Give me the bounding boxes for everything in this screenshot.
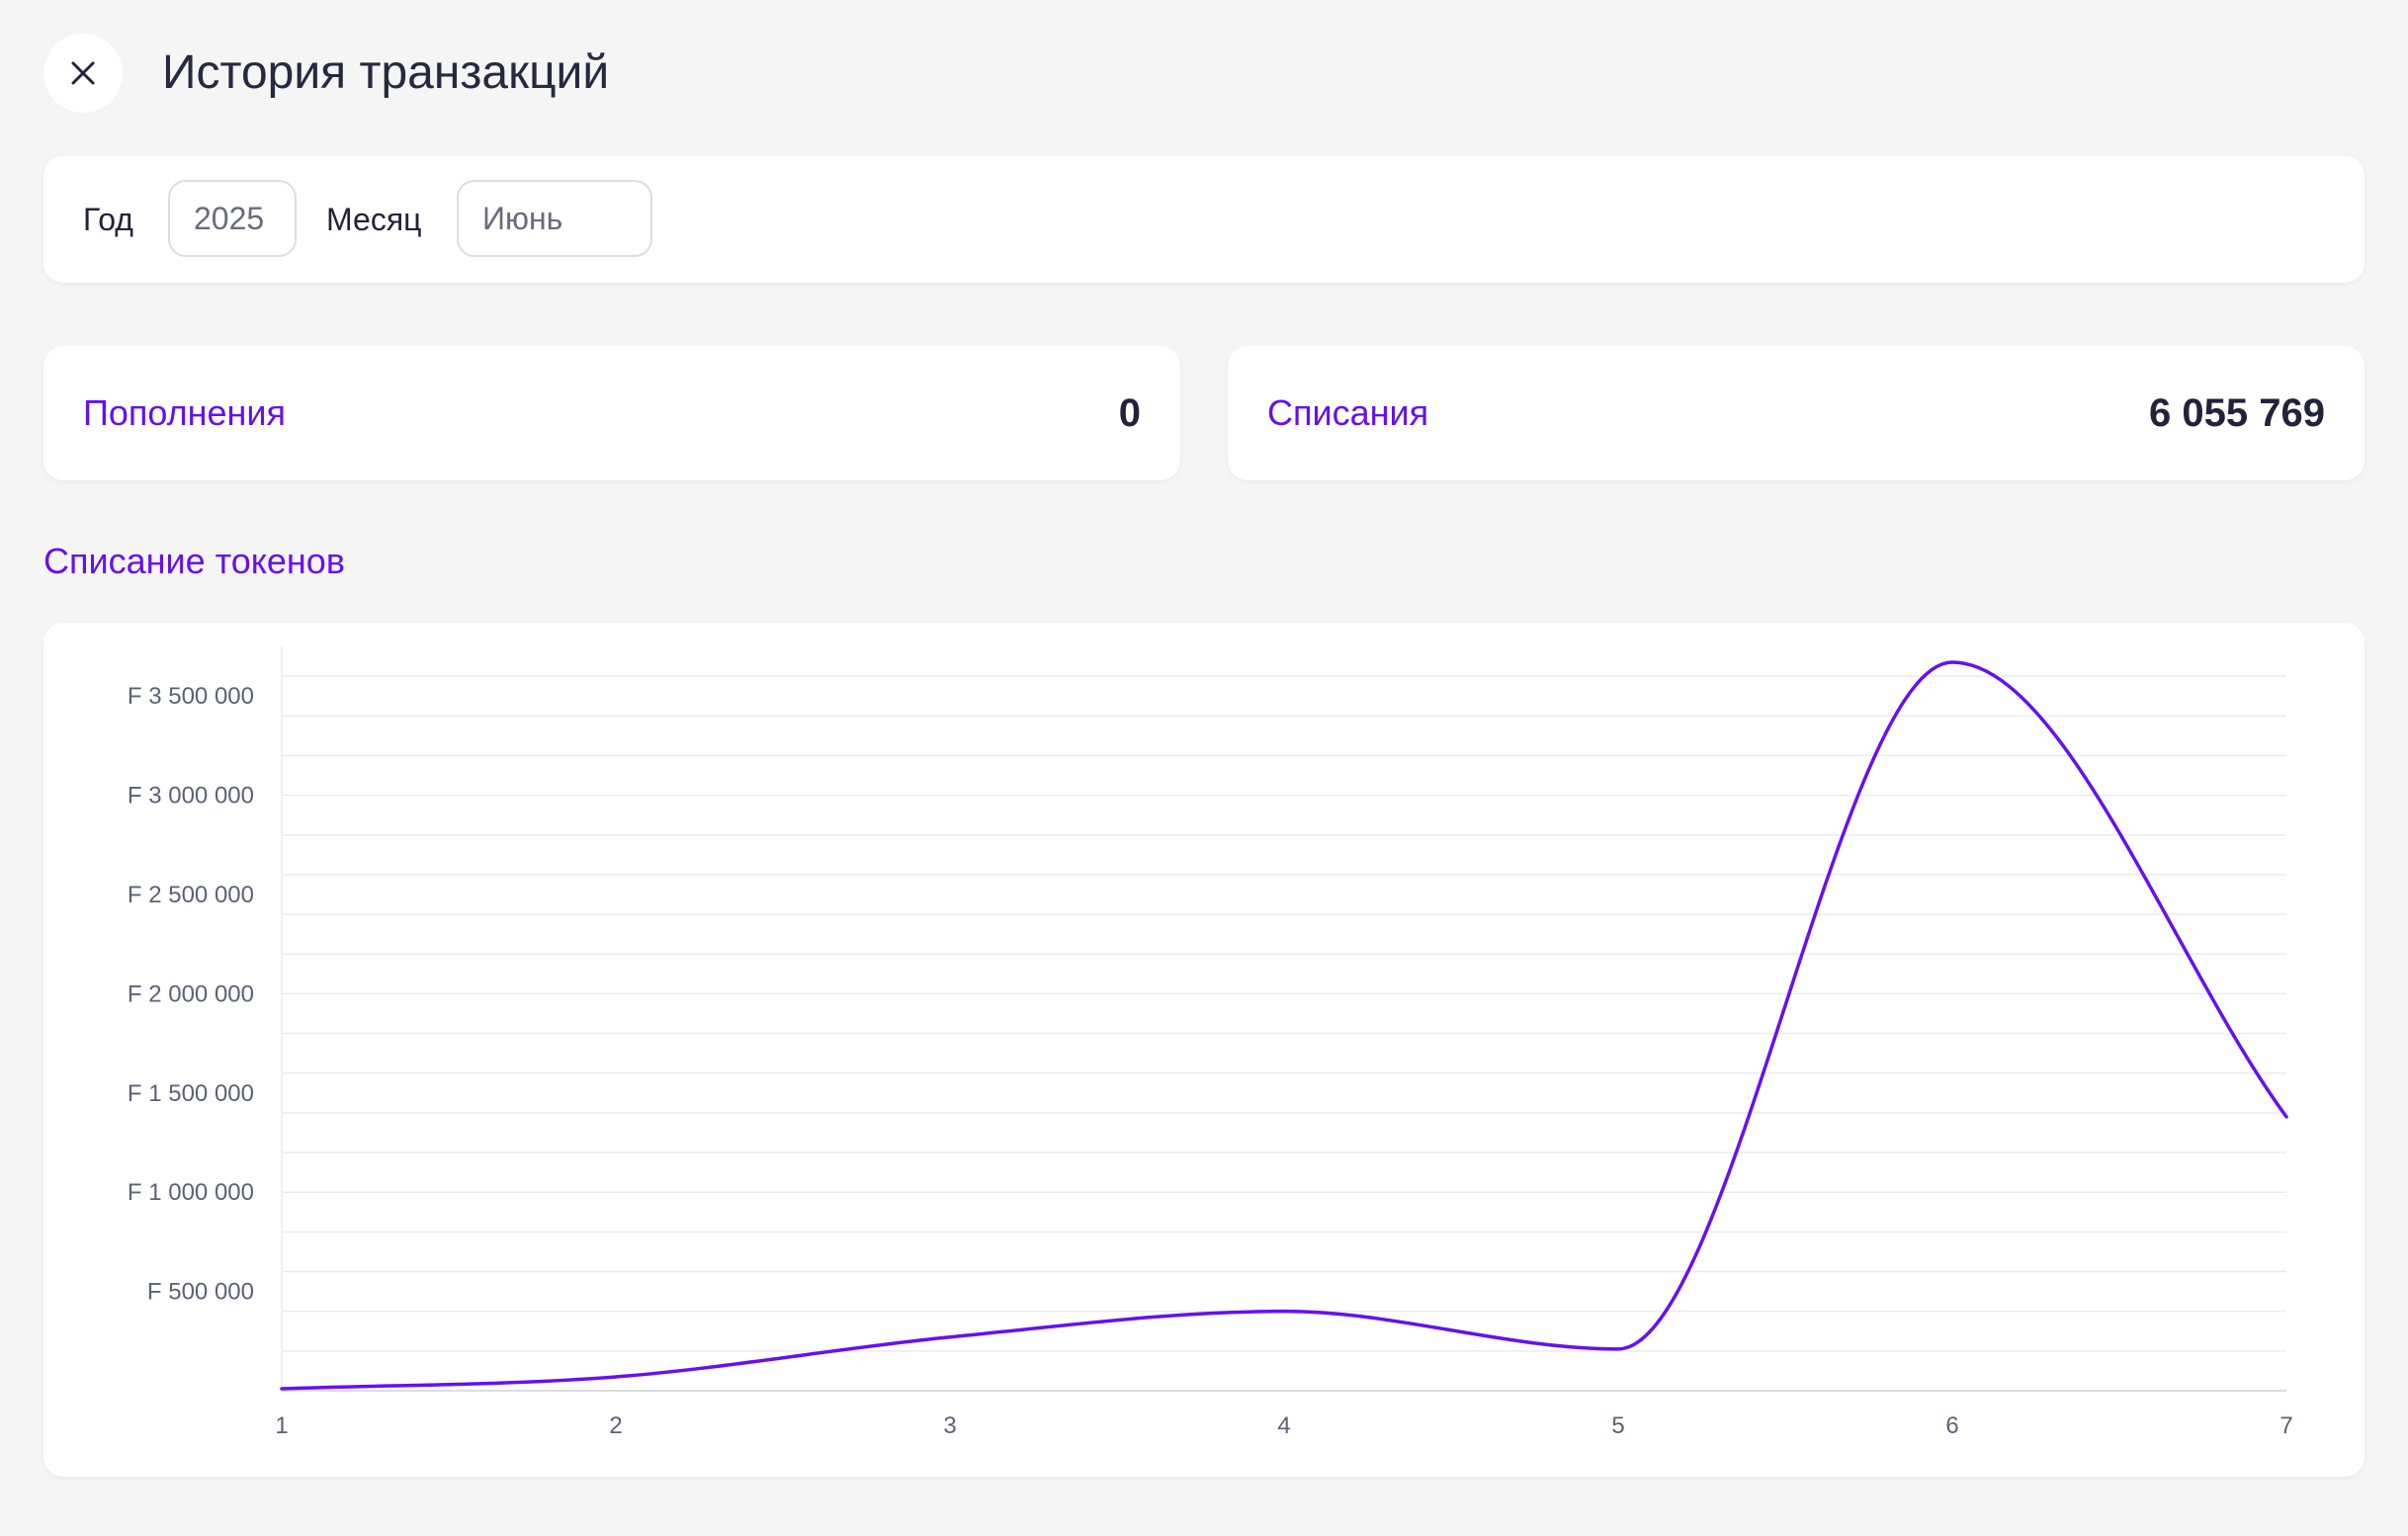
writeoffs-value: 6 055 769 <box>2149 391 2325 435</box>
chart-x-tick-label: 7 <box>2279 1412 2292 1439</box>
chart-x-tick-label: 4 <box>1277 1412 1290 1439</box>
chart-card: F 500 000 F 1 000 000 F 1 500 000 F 2 000 0… <box>43 623 2365 1477</box>
month-select[interactable]: Июнь <box>457 180 652 257</box>
chart-series-line <box>280 660 2288 1391</box>
close-icon <box>69 59 97 87</box>
chart-x-tick-label: 5 <box>1611 1412 1624 1439</box>
year-label: Год <box>83 202 133 237</box>
chart-x-tick-label: 6 <box>1945 1412 1958 1439</box>
writeoffs-card: Списания 6 055 769 <box>1228 346 2365 480</box>
month-label: Месяц <box>326 202 422 237</box>
chart-x-tick-label: 2 <box>609 1412 622 1439</box>
year-select[interactable]: 2025 <box>168 180 297 257</box>
chart-section-title: Списание токенов <box>43 541 345 581</box>
chart-y-tick-label: F 500 000 <box>147 1279 254 1306</box>
chart-y-tick-label: F 3 000 000 <box>128 783 254 810</box>
chart-y-tick-label: F 1 500 000 <box>128 1080 254 1107</box>
close-button[interactable] <box>43 34 123 113</box>
topups-value: 0 <box>1118 391 1141 435</box>
chart-y-tick-label: F 3 500 000 <box>128 683 254 710</box>
filter-panel: Год 2025 Месяц Июнь <box>43 156 2365 283</box>
page-title: История транзакций <box>162 46 610 99</box>
topups-card: Пополнения 0 <box>43 346 1180 480</box>
chart-y-tick-label: F 2 500 000 <box>128 882 254 908</box>
topups-label: Пополнения <box>83 392 287 433</box>
writeoffs-label: Списания <box>1267 392 1429 433</box>
chart-x-tick-label: 3 <box>943 1412 956 1439</box>
chart-y-tick-label: F 2 000 000 <box>128 981 254 1007</box>
chart-x-tick-label: 1 <box>275 1412 288 1439</box>
chart-y-tick-label: F 1 000 000 <box>128 1179 254 1206</box>
token-writeoff-chart: F 500 000 F 1 000 000 F 1 500 000 F 2 000 0… <box>128 646 2293 1439</box>
